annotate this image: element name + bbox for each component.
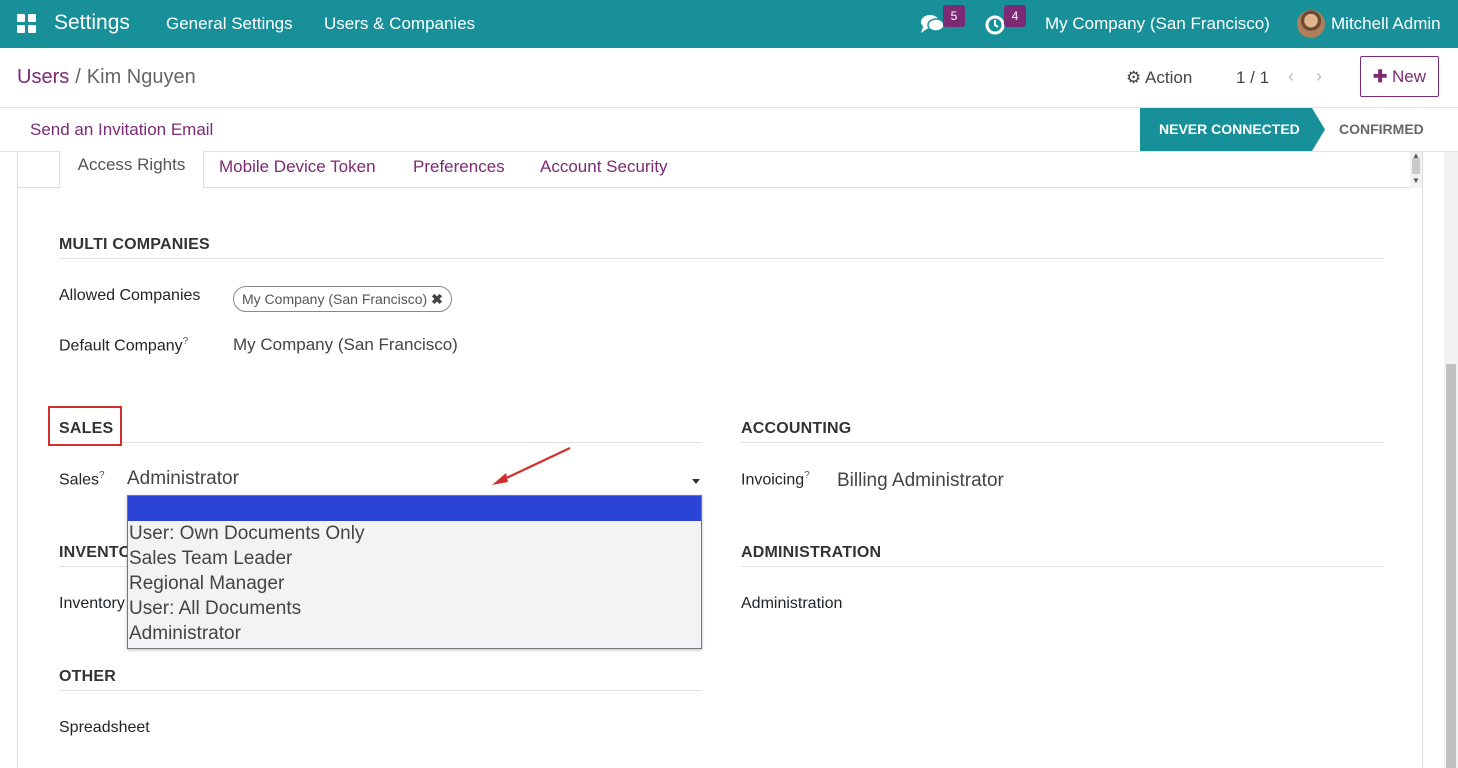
allowed-company-tag-label: My Company (San Francisco) xyxy=(242,291,428,307)
plus-icon: ✚ xyxy=(1373,67,1388,86)
help-tooltip-icon[interactable]: ? xyxy=(183,336,189,347)
gear-icon: ⚙ xyxy=(1126,68,1142,87)
stage-never-connected[interactable]: NEVER CONNECTED xyxy=(1140,108,1325,151)
section-title-sales: SALES xyxy=(59,420,114,437)
dropdown-option-regional-manager[interactable]: Regional Manager xyxy=(128,571,701,596)
inventory-field-label: Inventory xyxy=(59,595,125,612)
breadcrumb-users[interactable]: Users xyxy=(17,66,69,88)
tab-preferences[interactable]: Preferences xyxy=(413,157,505,177)
help-tooltip-icon[interactable]: ? xyxy=(804,470,810,481)
section-title-accounting: ACCOUNTING xyxy=(741,420,852,437)
dropdown-option-own-documents[interactable]: User: Own Documents Only xyxy=(128,521,701,546)
dropdown-option-sales-team-leader[interactable]: Sales Team Leader xyxy=(128,546,701,571)
menu-users-companies[interactable]: Users & Companies xyxy=(324,14,475,34)
dropdown-option-empty[interactable] xyxy=(128,496,701,521)
tabs-scrollbar[interactable]: ▲ ▼ xyxy=(1410,151,1422,188)
breadcrumb: Users / Kim Nguyen xyxy=(17,66,196,89)
spreadsheet-field-label: Spreadsheet xyxy=(59,719,150,736)
tab-account-security[interactable]: Account Security xyxy=(540,157,668,177)
section-divider xyxy=(122,442,702,443)
caret-down-icon[interactable] xyxy=(692,479,700,484)
stage-confirmed[interactable]: CONFIRMED xyxy=(1339,108,1424,151)
section-title-multi-companies: MULTI COMPANIES xyxy=(59,236,210,253)
section-title-other: OTHER xyxy=(59,668,116,685)
allowed-companies-label: Allowed Companies xyxy=(59,287,201,304)
section-divider xyxy=(741,566,1384,567)
sales-select[interactable]: Administrator xyxy=(127,468,702,496)
user-menu[interactable]: Mitchell Admin xyxy=(1331,14,1441,34)
section-divider xyxy=(59,258,1384,259)
scroll-down-icon[interactable]: ▼ xyxy=(1412,176,1420,185)
company-switcher[interactable]: My Company (San Francisco) xyxy=(1045,14,1270,34)
page-scrollbar-thumb[interactable] xyxy=(1446,364,1456,768)
action-label: Action xyxy=(1145,68,1193,87)
top-navbar: Settings General Settings Users & Compan… xyxy=(0,0,1458,48)
sales-field-label: Sales? xyxy=(59,470,105,489)
invoicing-select[interactable]: Billing Administrator xyxy=(837,470,1004,492)
clock-icon[interactable] xyxy=(984,13,1006,35)
control-panel: Users / Kim Nguyen ⚙ Action 1 / 1 ‹ › ✚ Ne… xyxy=(0,48,1458,108)
remove-tag-icon[interactable]: ✖ xyxy=(431,291,443,307)
allowed-company-tag: My Company (San Francisco) ✖ xyxy=(233,286,452,312)
activities-count-badge: 4 xyxy=(1004,5,1026,27)
chevron-right-icon[interactable]: › xyxy=(1316,66,1322,87)
app-name[interactable]: Settings xyxy=(54,11,130,35)
form-statusbar: Send an Invitation Email NEVER CONNECTED… xyxy=(0,108,1458,152)
annotation-arrow xyxy=(492,447,571,485)
messages-count-badge: 5 xyxy=(943,5,965,27)
action-menu-button[interactable]: ⚙ Action xyxy=(1126,68,1192,88)
new-button[interactable]: ✚ New xyxy=(1360,56,1439,97)
tabs-scrollbar-thumb[interactable] xyxy=(1412,158,1420,174)
administration-field-label: Administration xyxy=(741,595,843,612)
pager-value[interactable]: 1 / 1 xyxy=(1236,68,1269,88)
notebook-tabs: Access Rights Mobile Device Token Prefer… xyxy=(18,151,1410,188)
send-invitation-button[interactable]: Send an Invitation Email xyxy=(30,120,213,140)
invoicing-field-label: Invoicing? xyxy=(741,470,810,489)
tab-access-rights[interactable]: Access Rights xyxy=(59,151,204,188)
tab-mobile-device-token[interactable]: Mobile Device Token xyxy=(219,157,376,177)
section-divider xyxy=(741,442,1384,443)
section-divider xyxy=(59,690,702,691)
help-tooltip-icon[interactable]: ? xyxy=(99,470,105,481)
default-company-value[interactable]: My Company (San Francisco) xyxy=(233,335,458,355)
default-company-label: Default Company? xyxy=(59,336,189,355)
menu-general-settings[interactable]: General Settings xyxy=(166,14,293,34)
apps-menu-icon[interactable] xyxy=(17,14,37,34)
sales-dropdown-list: User: Own Documents Only Sales Team Lead… xyxy=(127,495,702,649)
section-title-administration: ADMINISTRATION xyxy=(741,544,882,561)
page-scrollbar[interactable] xyxy=(1444,152,1458,768)
form-sheet: Access Rights Mobile Device Token Prefer… xyxy=(17,151,1423,768)
chevron-left-icon[interactable]: ‹ xyxy=(1288,66,1294,87)
user-avatar[interactable] xyxy=(1297,10,1325,38)
breadcrumb-separator: / xyxy=(75,66,81,88)
new-label: New xyxy=(1391,67,1426,86)
dropdown-option-administrator[interactable]: Administrator xyxy=(128,621,701,646)
dropdown-option-all-documents[interactable]: User: All Documents xyxy=(128,596,701,621)
breadcrumb-current: Kim Nguyen xyxy=(86,66,196,88)
